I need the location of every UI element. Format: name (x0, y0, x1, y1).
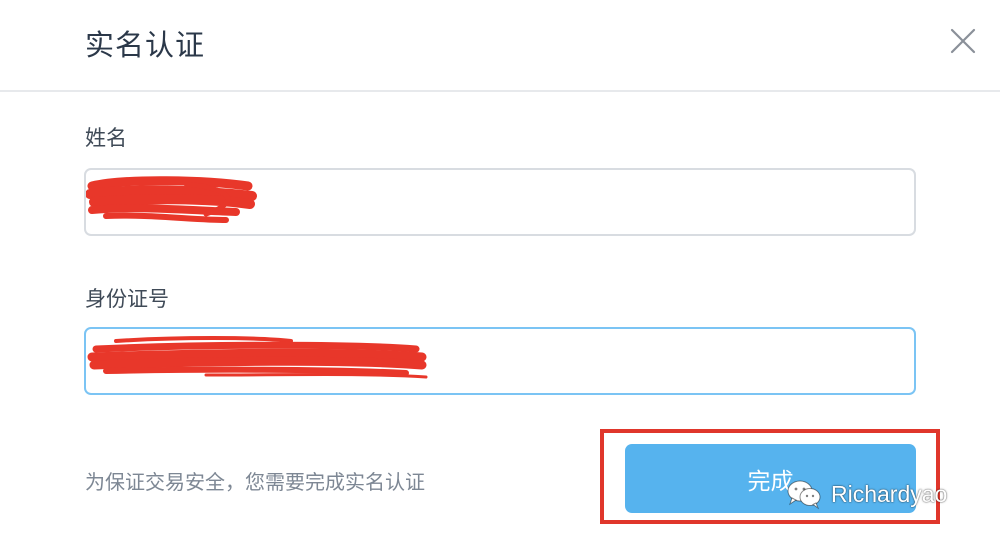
submit-button[interactable]: 完成 (625, 444, 916, 513)
id-number-field[interactable] (84, 327, 916, 395)
dialog-title: 实名认证 (85, 28, 206, 62)
close-icon[interactable] (948, 26, 978, 56)
name-input[interactable] (86, 170, 914, 234)
id-number-label: 身份证号 (85, 287, 169, 311)
submit-button-label: 完成 (747, 468, 794, 495)
realname-auth-dialog: 实名认证 姓名 身份证号 为保证交易安全，您需要完成实名认证 完成 Richar… (0, 0, 1000, 543)
id-number-input[interactable] (86, 329, 914, 393)
notice-text: 为保证交易安全，您需要完成实名认证 (85, 470, 425, 494)
name-label: 姓名 (85, 126, 127, 150)
dialog-header: 实名认证 (0, 0, 1000, 92)
name-field[interactable] (84, 168, 916, 236)
